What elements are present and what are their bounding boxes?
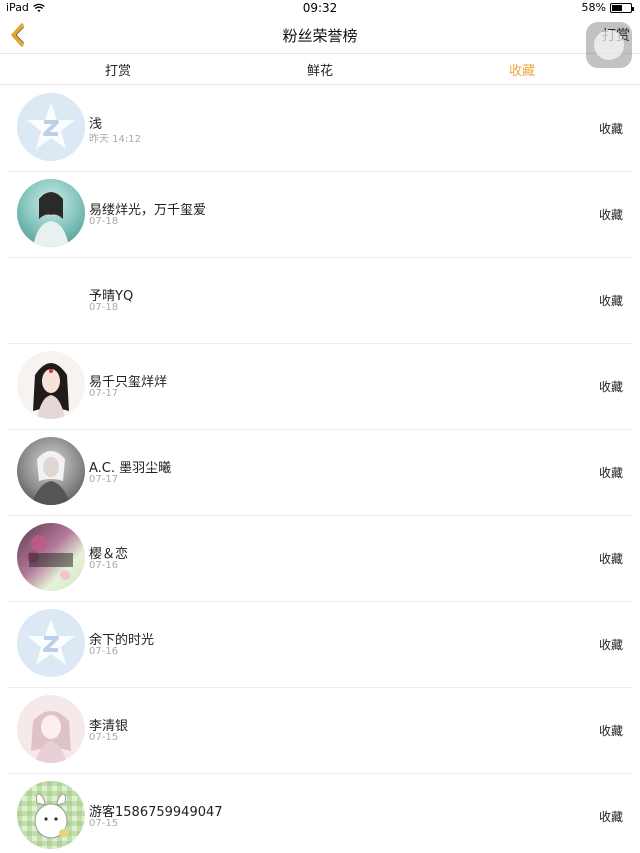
- tab-reward[interactable]: 打赏: [105, 60, 131, 79]
- tab-favorites[interactable]: 收藏: [509, 60, 535, 79]
- fan-time: 07-16: [89, 646, 119, 657]
- fan-time: 07-15: [89, 818, 119, 829]
- favorite-action[interactable]: 收藏: [599, 550, 623, 567]
- battery-icon: [610, 2, 634, 13]
- avatar: [17, 781, 85, 849]
- battery-percent: 58%: [581, 1, 606, 14]
- status-time: 09:32: [302, 1, 338, 15]
- fan-time: 07-18: [89, 216, 119, 227]
- avatar: [17, 523, 85, 591]
- favorite-action[interactable]: 收藏: [599, 206, 623, 223]
- back-button[interactable]: [6, 21, 30, 49]
- favorite-action[interactable]: 收藏: [599, 120, 623, 137]
- avatar: [17, 437, 85, 505]
- favorite-action[interactable]: 收藏: [599, 464, 623, 481]
- avatar: [17, 351, 85, 419]
- user-photo-icon: [33, 363, 69, 419]
- avatar: [17, 179, 85, 247]
- fan-time: 昨天 14:12: [89, 134, 141, 145]
- user-photo-icon: [31, 711, 71, 763]
- list-item[interactable]: 易缕烊光，万千玺爱 07-18 收藏: [8, 172, 632, 258]
- fan-time: 07-18: [89, 302, 119, 313]
- list-item[interactable]: 易千只玺烊烊 07-17 收藏: [8, 344, 632, 430]
- tab-bar: 打赏 鲜花 收藏: [0, 55, 640, 85]
- favorite-action[interactable]: 收藏: [599, 808, 623, 825]
- qq-default-avatar-icon: [27, 619, 75, 665]
- list-item[interactable]: 予晴YQ 07-18 收藏: [8, 258, 632, 344]
- favorite-action[interactable]: 收藏: [599, 292, 623, 309]
- list-item[interactable]: 樱＆恋 07-16 收藏: [8, 516, 632, 602]
- list-item[interactable]: 余下的时光 07-16 收藏: [8, 602, 632, 688]
- favorite-action[interactable]: 收藏: [599, 636, 623, 653]
- avatar: [17, 695, 85, 763]
- list-item[interactable]: 李清银 07-15 收藏: [8, 688, 632, 774]
- avatar: [17, 265, 85, 333]
- avatar: [17, 93, 85, 161]
- qq-default-avatar-icon: [27, 103, 75, 149]
- nav-bar: 粉丝荣誉榜 打赏: [0, 16, 640, 68]
- list-item[interactable]: A.C. 墨羽尘曦 07-17 收藏: [8, 430, 632, 516]
- list-item[interactable]: 游客1586759949047 07-15 收藏: [8, 774, 632, 853]
- favorite-action[interactable]: 收藏: [599, 722, 623, 739]
- user-photo-icon: [33, 192, 69, 247]
- chevron-left-icon: [11, 23, 24, 47]
- status-right: 58%: [581, 1, 634, 14]
- user-photo-icon: [31, 451, 71, 505]
- tab-flowers[interactable]: 鲜花: [307, 60, 333, 79]
- status-bar: iPad 09:32 58%: [0, 0, 640, 16]
- fan-time: 07-17: [89, 474, 119, 485]
- fan-time: 07-16: [89, 560, 119, 571]
- fan-time: 07-15: [89, 732, 119, 743]
- fan-time: 07-17: [89, 388, 119, 399]
- user-photo-icon: [34, 793, 69, 839]
- avatar: [17, 609, 85, 677]
- list-item[interactable]: 浅 昨天 14:12 收藏: [8, 86, 632, 172]
- favorite-action[interactable]: 收藏: [599, 378, 623, 395]
- user-photo-icon: [27, 535, 73, 580]
- fan-list: 浅 昨天 14:12 收藏 易缕烊光，万千玺爱 07-18 收藏 予晴YQ 07…: [0, 86, 640, 853]
- page-title: 粉丝荣誉榜: [282, 27, 358, 45]
